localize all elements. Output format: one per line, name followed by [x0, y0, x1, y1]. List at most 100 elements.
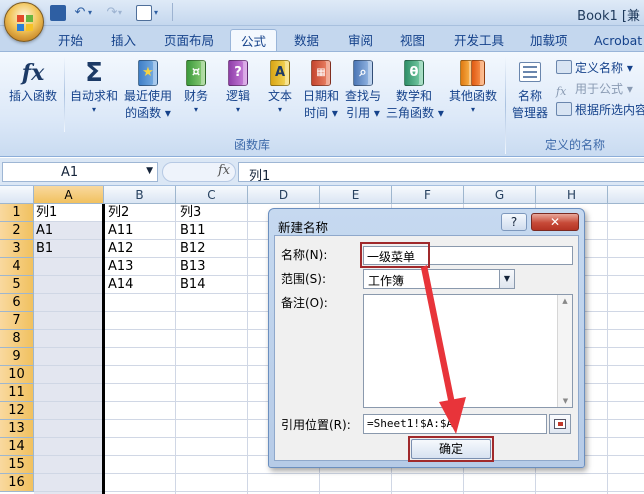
redo-dropdown-icon[interactable]: ▾: [118, 5, 134, 21]
save-icon[interactable]: [50, 5, 66, 21]
column-header-e[interactable]: E: [320, 186, 392, 204]
text-functions-button[interactable]: A 文本 ▾: [262, 58, 298, 115]
cell-c3[interactable]: B12: [178, 240, 205, 258]
insert-function-fx-icon[interactable]: fx: [218, 163, 230, 178]
financial-button[interactable]: ¤ 财务 ▾: [178, 58, 214, 115]
office-button[interactable]: [4, 2, 44, 42]
office-logo-icon: [16, 14, 34, 32]
logical-button[interactable]: ? 逻辑 ▾: [220, 58, 256, 115]
row-header[interactable]: 8: [0, 330, 34, 348]
row-header[interactable]: 6: [0, 294, 34, 312]
row-gridline: [34, 491, 644, 492]
cell-c4[interactable]: B13: [178, 258, 205, 276]
logical-label: 逻辑: [225, 89, 250, 103]
cell-c2[interactable]: B11: [178, 222, 205, 240]
autosum-dropdown[interactable]: ▾: [66, 105, 122, 115]
cell-a1[interactable]: 列1: [34, 204, 57, 222]
cell-a2[interactable]: A1: [34, 222, 53, 240]
scope-select[interactable]: 工作簿: [363, 269, 515, 289]
more-functions-button[interactable]: 其他函数 ▾: [446, 58, 500, 115]
comment-textarea[interactable]: [363, 294, 573, 408]
row-header[interactable]: 11: [0, 384, 34, 402]
ref-input[interactable]: =Sheet1!$A:$A: [363, 414, 547, 434]
column-header-c[interactable]: C: [176, 186, 248, 204]
insert-function-button[interactable]: fx 插入函数: [4, 58, 62, 105]
row-header[interactable]: 1: [0, 204, 34, 222]
formula-input[interactable]: 列1: [238, 162, 644, 184]
row-header[interactable]: 9: [0, 348, 34, 366]
tab-home[interactable]: 开始: [48, 29, 93, 52]
financial-dropdown[interactable]: ▾: [178, 105, 214, 115]
create-from-selection-icon: [556, 102, 572, 116]
logical-dropdown[interactable]: ▾: [220, 105, 256, 115]
row-header[interactable]: 10: [0, 366, 34, 384]
undo-icon[interactable]: ↶: [72, 5, 88, 21]
chevron-down-icon[interactable]: ▼: [146, 166, 153, 176]
cell-c5[interactable]: B14: [178, 276, 205, 294]
name-label: 名称(N):: [281, 248, 328, 262]
cell-b2[interactable]: A11: [106, 222, 133, 240]
column-header-i[interactable]: [608, 186, 644, 204]
tab-view[interactable]: 视图: [390, 29, 435, 52]
window-title: Book1 [兼: [577, 9, 640, 24]
lookup-reference-button[interactable]: ⌕ 查找与 引用 ▾: [342, 58, 384, 122]
row-header[interactable]: 14: [0, 438, 34, 456]
undo-dropdown-icon[interactable]: ▾: [88, 5, 104, 21]
math-trig-button[interactable]: θ 数学和 三角函数 ▾: [386, 58, 444, 122]
cell-b4[interactable]: A13: [106, 258, 133, 276]
tab-insert[interactable]: 插入: [101, 29, 146, 52]
recent-functions-label-2: 的函数 ▾: [125, 106, 171, 120]
text-functions-dropdown[interactable]: ▾: [262, 105, 298, 115]
tab-acrobat[interactable]: Acrobat: [584, 29, 644, 52]
tab-data[interactable]: 数据: [284, 29, 329, 52]
comment-scrollbar[interactable]: ▲ ▼: [557, 295, 572, 407]
more-functions-dropdown[interactable]: ▾: [446, 105, 500, 115]
autosum-button[interactable]: Σ 自动求和 ▾: [66, 58, 122, 115]
column-header-f[interactable]: F: [392, 186, 464, 204]
print-preview-icon[interactable]: [136, 5, 152, 21]
math-trig-label-2: 三角函数 ▾: [386, 106, 444, 120]
cell-a3[interactable]: B1: [34, 240, 53, 258]
row-header[interactable]: 12: [0, 402, 34, 420]
date-time-button[interactable]: ▦ 日期和 时间 ▾: [300, 58, 342, 122]
title-bar: ↶ ▾ ↷ ▾ ▾ Book1 [兼: [0, 0, 644, 26]
chevron-down-icon[interactable]: ▼: [499, 270, 514, 288]
cell-b1[interactable]: 列2: [106, 204, 129, 222]
row-header[interactable]: 7: [0, 312, 34, 330]
use-in-formula-button[interactable]: fx 用于公式 ▾: [556, 79, 633, 100]
tab-review[interactable]: 审阅: [338, 29, 383, 52]
define-name-icon: [556, 60, 572, 74]
tab-addins[interactable]: 加载项: [520, 29, 578, 52]
select-all-corner[interactable]: [0, 186, 34, 204]
row-header[interactable]: 2: [0, 222, 34, 240]
define-name-button[interactable]: 定义名称 ▾: [556, 58, 633, 79]
tab-page-layout[interactable]: 页面布局: [154, 29, 224, 52]
name-manager-button[interactable]: 名称 管理器: [510, 58, 550, 122]
row-header[interactable]: 5: [0, 276, 34, 294]
cell-c1[interactable]: 列3: [178, 204, 201, 222]
column-header-a[interactable]: A: [34, 186, 104, 204]
row-header[interactable]: 3: [0, 240, 34, 258]
ok-button[interactable]: 确定: [411, 439, 491, 459]
recent-functions-button[interactable]: ★ 最近使用 的函数 ▾: [122, 58, 174, 122]
row-header[interactable]: 16: [0, 474, 34, 492]
help-button[interactable]: ?: [501, 213, 527, 231]
create-from-selection-button[interactable]: 根据所选内容: [556, 100, 644, 121]
tab-formulas[interactable]: 公式: [230, 29, 278, 53]
theta-book-icon: θ: [401, 58, 427, 88]
cell-b3[interactable]: A12: [106, 240, 133, 258]
column-header-g[interactable]: G: [464, 186, 536, 204]
customize-toolbar-icon[interactable]: ▾: [154, 5, 170, 21]
row-gridline: [34, 473, 644, 474]
close-button[interactable]: ✕: [531, 213, 579, 231]
column-header-h[interactable]: H: [536, 186, 608, 204]
name-box[interactable]: A1 ▼: [2, 162, 158, 182]
column-header-d[interactable]: D: [248, 186, 320, 204]
row-header[interactable]: 4: [0, 258, 34, 276]
row-header[interactable]: 15: [0, 456, 34, 474]
cell-b5[interactable]: A14: [106, 276, 133, 294]
collapse-dialog-button[interactable]: [549, 414, 571, 434]
tab-developer[interactable]: 开发工具: [444, 29, 514, 52]
column-header-b[interactable]: B: [104, 186, 176, 204]
row-header[interactable]: 13: [0, 420, 34, 438]
